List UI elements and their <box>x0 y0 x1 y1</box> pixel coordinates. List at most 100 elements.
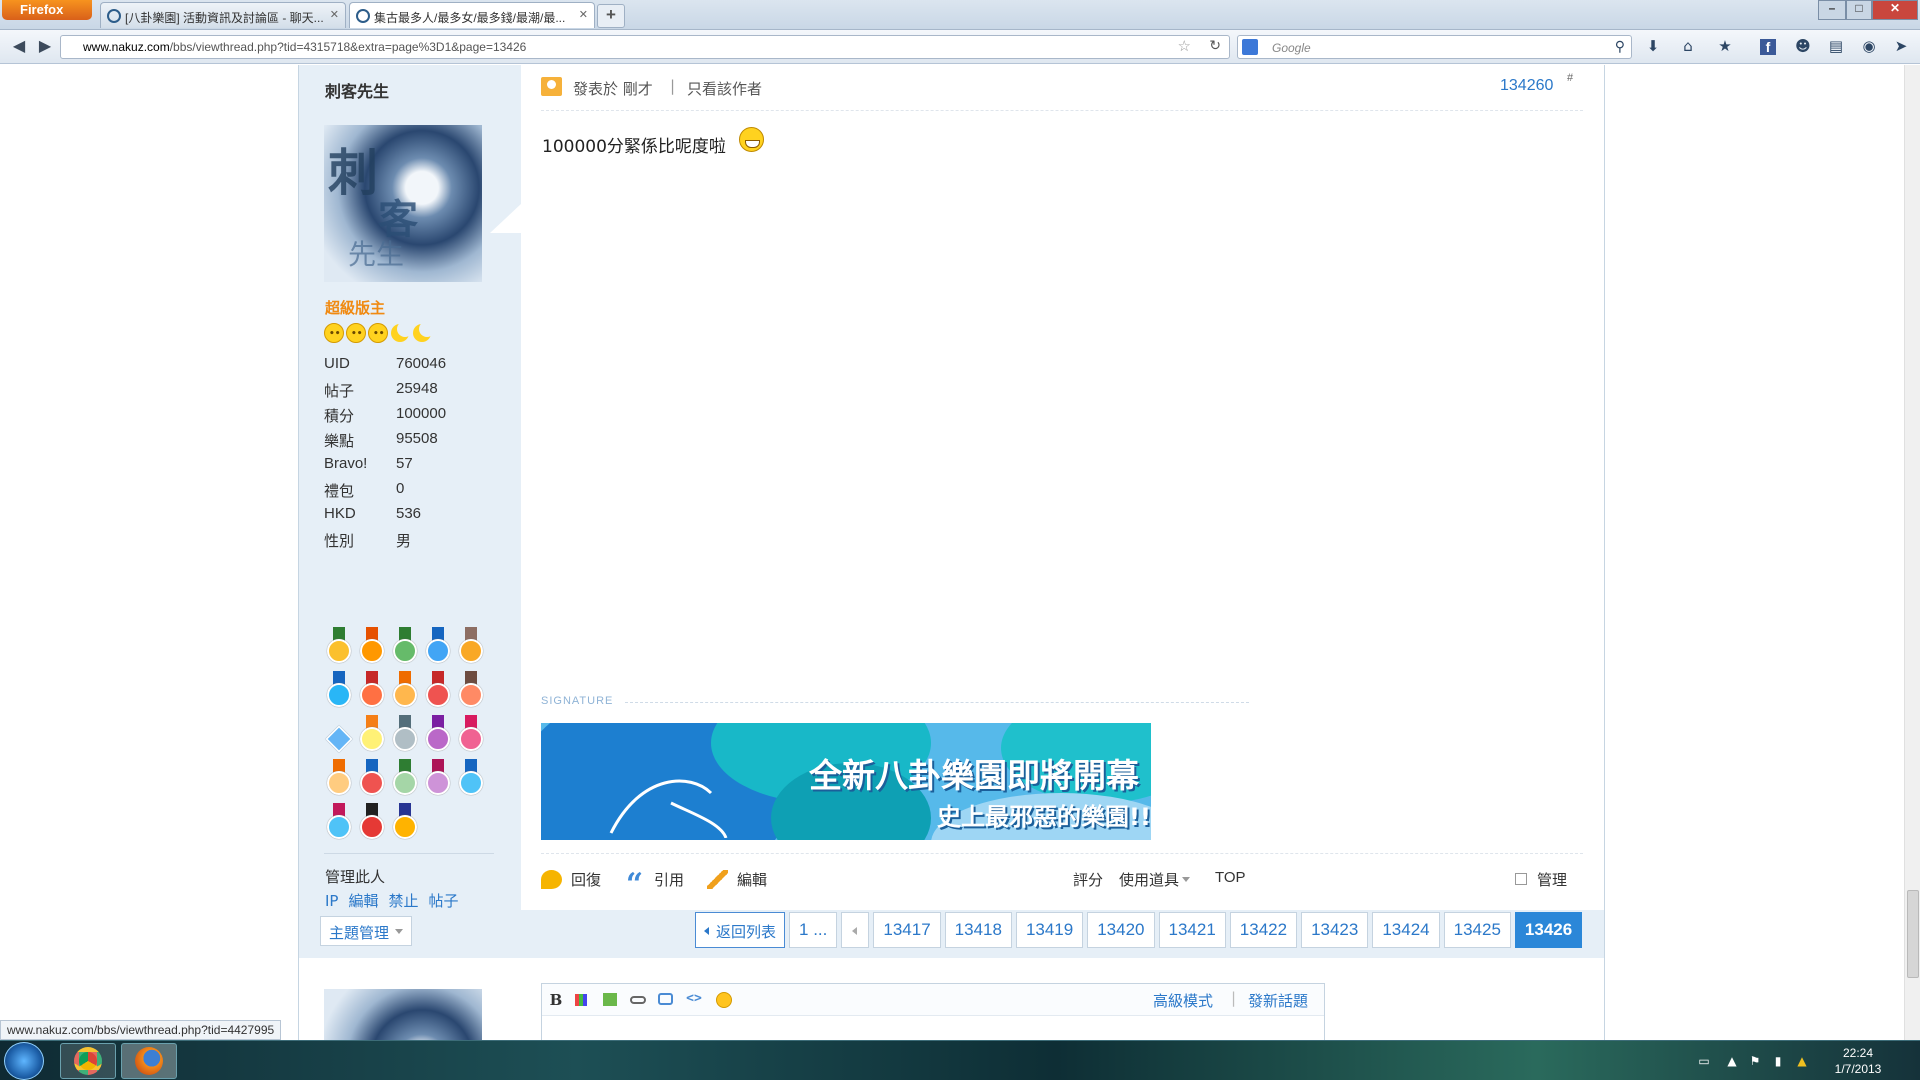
author-avatar[interactable]: 刺 客 先生 <box>324 125 482 282</box>
post-number-link[interactable]: 134260 <box>1500 77 1553 95</box>
smiley-icon[interactable] <box>716 992 732 1008</box>
close-tab-icon[interactable]: ✕ <box>330 8 339 21</box>
new-tab-button[interactable]: + <box>597 4 625 28</box>
forward-arrow-icon[interactable]: ▶ <box>32 36 58 58</box>
quote-button[interactable]: “ 引用 <box>624 869 684 900</box>
tray-expand-icon[interactable]: ▲ <box>1725 1054 1739 1068</box>
medal-icon[interactable] <box>454 713 487 757</box>
close-tab-icon[interactable]: ✕ <box>579 8 588 21</box>
medal-icon[interactable] <box>355 625 388 669</box>
medal-icon[interactable] <box>421 757 454 801</box>
medal-icon[interactable] <box>322 713 355 757</box>
back-arrow-icon[interactable]: ◀ <box>6 36 32 58</box>
topic-manage-dropdown[interactable]: 主題管理 <box>320 916 412 946</box>
home-icon[interactable]: ⌂ <box>1677 37 1699 57</box>
medal-icon[interactable] <box>454 669 487 713</box>
manage-checkbox[interactable] <box>1515 873 1527 885</box>
medal-icon[interactable] <box>388 713 421 757</box>
medal-icon[interactable] <box>322 757 355 801</box>
url-bar[interactable]: www.nakuz.com/bbs/viewthread.php?tid=431… <box>60 35 1230 59</box>
back-to-list-button[interactable]: 返回列表 <box>695 912 786 948</box>
scrollbar-thumb[interactable] <box>1907 890 1919 978</box>
medal-icon[interactable] <box>322 801 355 845</box>
medal-icon[interactable] <box>355 669 388 713</box>
medal-icon[interactable] <box>355 713 388 757</box>
page-link[interactable]: 13425 <box>1443 912 1511 948</box>
signature-banner[interactable]: 全新八卦樂園即將開幕 史上最邪惡的樂園!! <box>541 723 1151 840</box>
medal-icon[interactable] <box>421 625 454 669</box>
tab-events[interactable]: [八卦樂園] 活動資訊及討論區 - 聊天... ✕ <box>100 2 346 28</box>
page-link[interactable]: 13419 <box>1015 912 1084 948</box>
speech-bubble-icon[interactable] <box>658 993 673 1005</box>
bookmark-star-icon[interactable]: ☆ <box>1178 37 1191 55</box>
globe-icon[interactable]: ◉ <box>1858 37 1880 57</box>
medal-icon[interactable] <box>388 669 421 713</box>
search-engine-icon[interactable] <box>1242 39 1258 55</box>
action-center-flag-icon[interactable]: ⚑ <box>1748 1054 1762 1068</box>
only-author-link[interactable]: 只看該作者 <box>687 78 762 99</box>
magnifier-icon[interactable]: ⚲ <box>1615 38 1625 55</box>
manage-ip-link[interactable]: IP <box>325 892 338 910</box>
maximize-button[interactable]: □ <box>1846 0 1872 20</box>
new-topic-link[interactable]: 發新話題 <box>1248 990 1308 1011</box>
color-grid-icon[interactable] <box>575 994 587 1006</box>
medal-icon[interactable] <box>355 801 388 845</box>
page-link[interactable]: 13420 <box>1087 912 1155 948</box>
next-post-avatar[interactable] <box>324 989 482 1040</box>
manage-posts-link[interactable]: 帖子 <box>429 892 459 910</box>
advanced-mode-link[interactable]: 高級模式 <box>1153 990 1213 1011</box>
page-link[interactable]: 13421 <box>1158 912 1226 948</box>
start-button[interactable] <box>4 1042 44 1080</box>
send-icon[interactable]: ➤ <box>1890 37 1912 57</box>
author-name[interactable]: 刺客先生 <box>325 78 389 102</box>
medal-icon[interactable] <box>454 625 487 669</box>
medal-icon[interactable] <box>322 669 355 713</box>
page-link[interactable]: 13418 <box>944 912 1012 948</box>
bookmarks-icon[interactable]: ★ <box>1714 37 1736 57</box>
edit-button[interactable]: 編輯 <box>707 869 767 890</box>
page-scrollbar[interactable] <box>1904 65 1920 1040</box>
page-link[interactable]: 13417 <box>873 912 941 948</box>
medal-icon[interactable] <box>421 713 454 757</box>
moon-icon <box>412 321 435 343</box>
prev-page-button[interactable] <box>841 912 870 948</box>
medal-icon[interactable] <box>388 757 421 801</box>
reload-icon[interactable]: ↻ <box>1209 37 1221 54</box>
keyboard-icon[interactable]: ▭ <box>1697 1054 1711 1068</box>
medal-icon[interactable] <box>322 625 355 669</box>
use-tools-menu[interactable]: 使用道具 <box>1119 869 1191 890</box>
medal-icon[interactable] <box>454 757 487 801</box>
medal-icon[interactable] <box>421 669 454 713</box>
close-window-button[interactable]: ✕ <box>1872 0 1918 20</box>
chat-icon[interactable]: ▤ <box>1825 37 1847 57</box>
firefox-menu-button[interactable]: Firefox <box>2 0 92 20</box>
manage-ban-link[interactable]: 禁止 <box>389 892 419 910</box>
taskbar-firefox[interactable] <box>121 1043 177 1079</box>
search-bar[interactable]: Google ⚲ <box>1237 35 1632 59</box>
reply-button[interactable]: 回復 <box>541 869 601 890</box>
page-link[interactable]: 13424 <box>1372 912 1440 948</box>
page-link[interactable]: 13422 <box>1229 912 1298 948</box>
medal-icon[interactable] <box>388 801 421 845</box>
medal-icon[interactable] <box>388 625 421 669</box>
tab-thread[interactable]: 集古最多人/最多女/最多錢/最潮/最... ✕ <box>349 2 595 28</box>
medal-icon[interactable] <box>355 757 388 801</box>
top-button[interactable]: TOP <box>1215 869 1246 886</box>
bold-button[interactable]: B <box>547 991 565 1009</box>
people-icon[interactable]: ☻ <box>1792 37 1814 57</box>
image-icon[interactable] <box>603 993 617 1006</box>
manage-edit-link[interactable]: 編輯 <box>348 892 378 910</box>
taskbar-chrome[interactable] <box>60 1043 116 1079</box>
facebook-icon[interactable]: f <box>1760 39 1776 55</box>
link-icon[interactable] <box>630 996 646 1004</box>
rate-button[interactable]: 評分 <box>1073 869 1103 890</box>
code-icon[interactable]: <> <box>685 991 703 1009</box>
taskbar-clock[interactable]: 22:24 1/7/2013 <box>1818 1045 1898 1077</box>
minimize-button[interactable]: – <box>1818 0 1846 20</box>
page-first-link[interactable]: 1 ... <box>789 912 838 948</box>
network-icon[interactable]: ▮ <box>1771 1054 1785 1068</box>
drive-icon[interactable]: ▲ <box>1795 1054 1809 1068</box>
page-link[interactable]: 13423 <box>1301 912 1369 948</box>
url-domain: www.nakuz.com <box>83 40 170 54</box>
download-icon[interactable]: ⬇ <box>1642 37 1664 57</box>
